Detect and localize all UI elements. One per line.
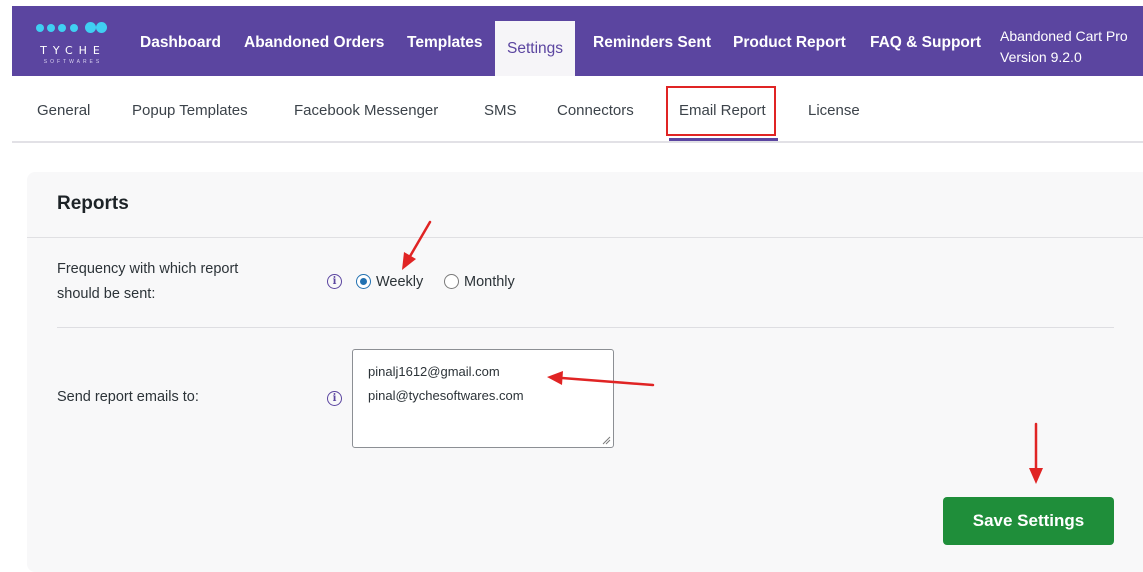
tab-email-report[interactable]: Email Report <box>679 102 766 119</box>
tab-license[interactable]: License <box>808 102 860 119</box>
weekly-radio[interactable] <box>356 274 371 289</box>
weekly-radio-label[interactable]: Weekly <box>376 274 423 290</box>
nav-abandoned-orders[interactable]: Abandoned Orders <box>244 6 384 76</box>
settings-tabs: General Popup Templates Facebook Messeng… <box>12 76 1143 143</box>
save-settings-button[interactable]: Save Settings <box>943 497 1114 545</box>
resize-grip-icon[interactable] <box>602 436 611 445</box>
email-line-2: pinal@tychesoftwares.com <box>368 388 524 403</box>
report-emails-textarea[interactable]: pinalj1612@gmail.com pinal@tychesoftware… <box>352 349 614 448</box>
frequency-label-line-1: Frequency with which report <box>57 261 239 277</box>
monthly-radio[interactable] <box>444 274 459 289</box>
version-number: Version 9.2.0 <box>1000 49 1082 65</box>
tab-connectors[interactable]: Connectors <box>557 102 634 119</box>
frequency-label: Frequency with which report should be se… <box>57 257 238 307</box>
nav-reminders-sent[interactable]: Reminders Sent <box>593 6 711 76</box>
tab-general[interactable]: General <box>37 102 90 119</box>
nav-product-report[interactable]: Product Report <box>733 6 846 76</box>
tab-facebook-messenger[interactable]: Facebook Messenger <box>294 102 438 119</box>
logo-wordmark: TYCHE <box>40 44 106 57</box>
nav-templates[interactable]: Templates <box>407 6 483 76</box>
section-divider <box>27 237 1143 238</box>
frequency-label-line-2: should be sent: <box>57 286 156 302</box>
active-tab-indicator <box>669 138 778 141</box>
section-title: Reports <box>57 193 129 214</box>
frequency-info-icon[interactable]: i <box>327 274 342 289</box>
logo-subtitle: SOFTWARES <box>43 59 103 65</box>
top-navigation-bar: TYCHE SOFTWARES Dashboard Abandoned Orde… <box>12 6 1143 76</box>
logo-dots-icon <box>36 22 110 42</box>
tab-popup-templates[interactable]: Popup Templates <box>132 102 248 119</box>
nav-faq-support[interactable]: FAQ & Support <box>870 6 981 76</box>
nav-settings[interactable]: Settings <box>495 21 576 76</box>
plugin-version: Abandoned Cart Pro Version 9.2.0 <box>1000 26 1128 68</box>
tab-sms[interactable]: SMS <box>484 102 517 119</box>
tyche-logo[interactable]: TYCHE SOFTWARES <box>34 18 112 68</box>
row-divider <box>57 327 1114 328</box>
monthly-radio-label[interactable]: Monthly <box>464 274 515 290</box>
email-line-1: pinalj1612@gmail.com <box>368 364 500 379</box>
nav-dashboard[interactable]: Dashboard <box>140 6 221 76</box>
emails-label: Send report emails to: <box>57 389 199 405</box>
emails-info-icon[interactable]: i <box>327 391 342 406</box>
plugin-name: Abandoned Cart Pro <box>1000 28 1128 44</box>
